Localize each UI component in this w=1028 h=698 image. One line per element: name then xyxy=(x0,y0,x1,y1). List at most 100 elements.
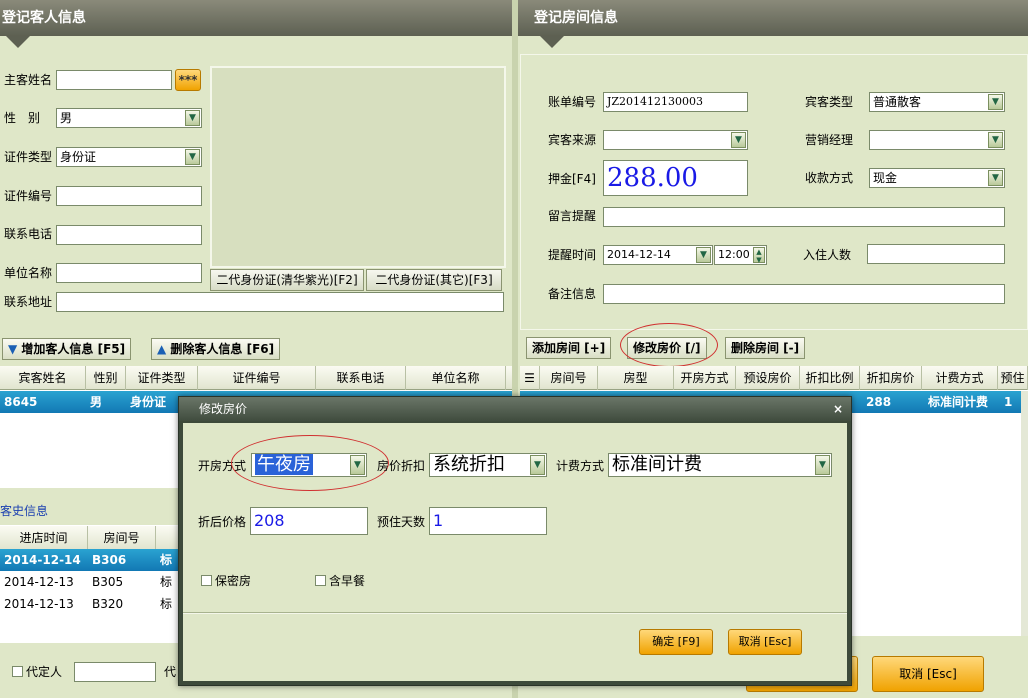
breakfast-checkbox[interactable]: 含早餐 xyxy=(315,572,365,590)
id-photo-area xyxy=(210,66,506,268)
room-col-type[interactable]: 房型 xyxy=(598,366,674,390)
guest-col-company[interactable]: 单位名称 xyxy=(406,366,506,390)
room-table-menu-icon[interactable]: ☰ xyxy=(520,366,540,390)
discount-value: 系统折扣 xyxy=(433,454,505,475)
history-row-time: 2014-12-14 xyxy=(4,553,81,567)
chevron-down-icon[interactable]: ▼ xyxy=(185,149,200,165)
guest-count-input[interactable] xyxy=(867,244,1005,264)
chevron-down-icon[interactable]: ▼ xyxy=(988,170,1003,186)
chevron-down-icon[interactable]: ▼ xyxy=(988,132,1003,148)
label-guest-count: 入住人数 xyxy=(803,248,852,262)
room-col-billing[interactable]: 计费方式 xyxy=(922,366,998,390)
guest-table-header: 宾客姓名 性别 证件类型 证件编号 联系电话 单位名称 xyxy=(0,366,512,390)
guest-col-gender[interactable]: 性别 xyxy=(86,366,126,390)
chevron-down-icon[interactable]: ▼ xyxy=(988,94,1003,110)
history-row-room: B320 xyxy=(92,597,124,611)
label-source: 宾客来源 xyxy=(548,133,597,147)
guest-lookup-button[interactable]: *** xyxy=(175,69,201,91)
guest-col-name[interactable]: 宾客姓名 xyxy=(0,366,86,390)
cancel-main-button[interactable]: 取消 [Esc] xyxy=(872,656,984,692)
billing-value: 标准间计费 xyxy=(612,454,702,475)
chevron-down-icon[interactable]: ▼ xyxy=(530,455,545,475)
source-select[interactable]: ▼ xyxy=(603,130,748,150)
agent-input[interactable] xyxy=(74,662,156,682)
room-col-room-no[interactable]: 房间号 xyxy=(540,366,598,390)
chevron-down-icon: ▼ xyxy=(8,342,18,356)
room-col-discount-price[interactable]: 折扣房价 xyxy=(860,366,922,390)
history-col-time[interactable]: 进店时间 xyxy=(0,526,88,550)
chevron-down-icon[interactable]: ▼ xyxy=(731,132,746,148)
guest-row-name: 8645 xyxy=(4,395,38,409)
right-panel-title: 登记房间信息 xyxy=(518,0,1028,36)
history-row-time: 2014-12-13 xyxy=(4,575,74,589)
id-reader-tsinghua-button[interactable]: 二代身份证(清华紫光)[F2] xyxy=(210,269,364,291)
dialog-title-bar[interactable]: 修改房价 × xyxy=(179,397,851,421)
id-number-input[interactable] xyxy=(56,186,202,206)
id-type-select[interactable]: 身份证 ▼ xyxy=(56,147,202,167)
discount-select[interactable]: 系统折扣 ▼ xyxy=(429,453,547,477)
dialog-cancel-button[interactable]: 取消 [Esc] xyxy=(728,629,802,655)
guest-col-phone[interactable]: 联系电话 xyxy=(316,366,406,390)
phone-input[interactable] xyxy=(56,225,202,245)
room-table-scrollbar[interactable] xyxy=(1021,391,1028,636)
secret-room-checkbox[interactable]: 保密房 xyxy=(201,572,251,590)
history-col-room[interactable]: 房间号 xyxy=(88,526,156,550)
room-col-discount-ratio[interactable]: 折扣比例 xyxy=(800,366,860,390)
guest-col-id-type[interactable]: 证件类型 xyxy=(126,366,198,390)
dialog-ok-button[interactable]: 确定 [F9] xyxy=(639,629,713,655)
checkbox-icon[interactable] xyxy=(12,666,23,677)
room-table-header: ☰ 房间号 房型 开房方式 预设房价 折扣比例 折扣房价 计费方式 预住 xyxy=(520,366,1028,390)
delete-guest-label: 删除客人信息 [F6] xyxy=(170,342,275,356)
checkbox-icon[interactable] xyxy=(201,575,212,586)
room-col-days[interactable]: 预住 xyxy=(998,366,1028,390)
label-memo: 留言提醒 xyxy=(548,209,597,223)
room-row-discount-price: 288 xyxy=(866,395,892,409)
days-input[interactable]: 1 xyxy=(429,507,547,535)
history-table-header: 进店时间 房间号 xyxy=(0,526,190,550)
close-icon[interactable]: × xyxy=(833,400,843,418)
agent-label-2: 代 xyxy=(164,665,177,679)
history-row[interactable]: 2014-12-13 B320 标 xyxy=(0,593,190,615)
breakfast-label: 含早餐 xyxy=(329,574,366,588)
edit-price-highlight-ring xyxy=(620,323,718,367)
history-row-time: 2014-12-13 xyxy=(4,597,74,611)
remind-clock-spinner[interactable]: 12:00 ▲ ▼ xyxy=(714,245,767,265)
guest-col-id-no[interactable]: 证件编号 xyxy=(198,366,316,390)
label-company: 单位名称 xyxy=(4,266,53,280)
add-guest-button[interactable]: ▼ 增加客人信息 [F5] xyxy=(2,338,132,360)
chevron-down-icon[interactable]: ▼ xyxy=(696,247,711,263)
agent-checkbox[interactable]: 代定人 xyxy=(12,663,62,681)
deposit-input[interactable]: 288.00 xyxy=(603,160,748,196)
history-row[interactable]: 2014-12-13 B305 标 xyxy=(0,571,190,593)
bill-no-input[interactable]: JZ201412130003 xyxy=(603,92,748,112)
guest-name-input[interactable] xyxy=(56,70,172,90)
sales-manager-select[interactable]: ▼ xyxy=(869,130,1005,150)
spinner-icon[interactable]: ▲ ▼ xyxy=(753,247,765,264)
after-price-input[interactable]: 208 xyxy=(250,507,368,535)
delete-guest-button[interactable]: ▲ 删除客人信息 [F6] xyxy=(151,338,281,360)
room-col-open-mode[interactable]: 开房方式 xyxy=(674,366,736,390)
history-row[interactable]: 2014-12-14 B306 标 xyxy=(0,549,190,571)
room-col-preset-price[interactable]: 预设房价 xyxy=(736,366,800,390)
pay-method-select[interactable]: 现金 ▼ xyxy=(869,168,1005,188)
add-guest-label: 增加客人信息 [F5] xyxy=(21,342,126,356)
delete-room-button[interactable]: 删除房间 [-] xyxy=(725,337,806,359)
gender-select[interactable]: 男 ▼ xyxy=(56,108,202,128)
dialog-label-after-price: 折后价格 xyxy=(198,515,247,529)
chevron-down-icon[interactable]: ▼ xyxy=(185,110,200,126)
checkbox-icon[interactable] xyxy=(315,575,326,586)
chevron-down-icon[interactable]: ▼ xyxy=(815,455,830,475)
id-reader-other-button[interactable]: 二代身份证(其它)[F3] xyxy=(366,269,502,291)
left-panel-title: 登记客人信息 xyxy=(0,0,512,36)
billing-select[interactable]: 标准间计费 ▼ xyxy=(608,453,832,477)
remind-date-select[interactable]: 2014-12-14 ▼ xyxy=(603,245,713,265)
address-input[interactable] xyxy=(56,292,504,312)
guest-type-select[interactable]: 普通散客 ▼ xyxy=(869,92,1005,112)
right-panel-title-text: 登记房间信息 xyxy=(534,10,618,26)
remark-input[interactable] xyxy=(603,284,1005,304)
company-input[interactable] xyxy=(56,263,202,283)
add-room-button[interactable]: 添加房间 [+] xyxy=(526,337,612,359)
pay-method-value: 现金 xyxy=(873,171,898,185)
memo-input[interactable] xyxy=(603,207,1005,227)
label-gender: 性 别 xyxy=(4,111,41,125)
